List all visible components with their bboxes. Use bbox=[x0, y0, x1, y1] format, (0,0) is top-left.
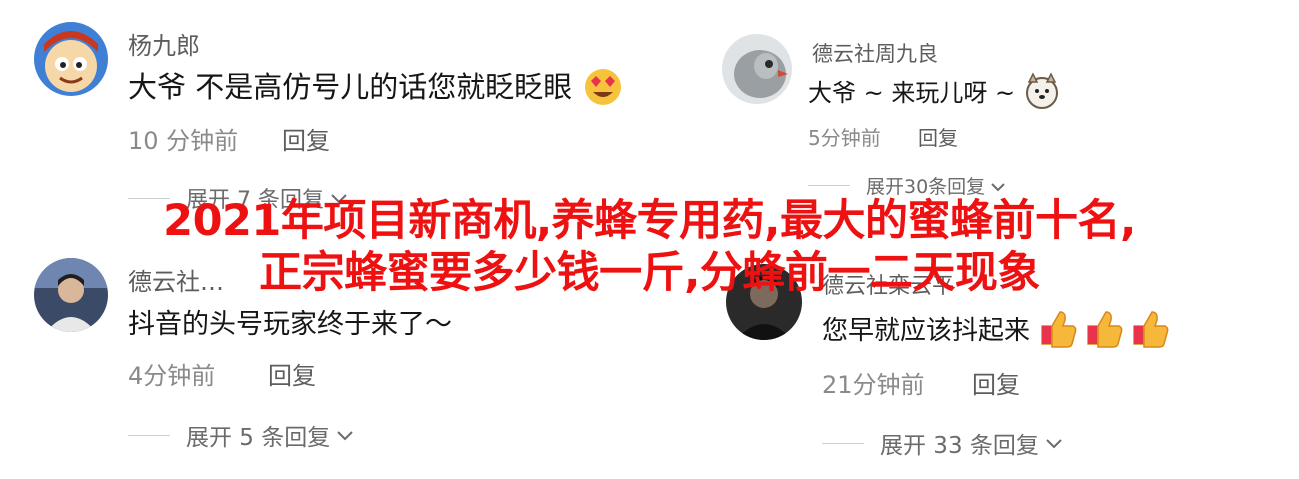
comment-time: 21分钟前 bbox=[822, 371, 925, 399]
overlay-headline: 2021年项目新商机,养蜂专用药,最大的蜜蜂前十名,正宗蜂蜜要多少钱一斤,分蜂前… bbox=[163, 196, 1136, 298]
cartoon-avatar-icon bbox=[34, 22, 108, 96]
divider-line bbox=[822, 442, 864, 444]
expand-replies-label: 展开 33 条回复 bbox=[880, 433, 1039, 459]
expand-replies[interactable]: 展开 5 条回复 bbox=[128, 418, 354, 452]
expand-replies-label: 展开 5 条回复 bbox=[186, 425, 331, 451]
comment-text: 您早就应该抖起来 bbox=[822, 308, 1176, 355]
comment-text-content: 大爷 ~ 来玩儿呀 ~ bbox=[808, 79, 1016, 107]
comment-author[interactable]: 德云社周九良 bbox=[812, 38, 938, 68]
comment-text: 抖音的头号玩家终于来了～ bbox=[128, 309, 452, 340]
comment-time: 10 分钟前 bbox=[128, 127, 239, 155]
chevron-down-icon bbox=[1045, 430, 1063, 456]
chevron-down-icon bbox=[336, 422, 354, 448]
reply-button[interactable]: 回复 bbox=[972, 365, 1020, 400]
thumbs-up-emoji bbox=[1038, 308, 1176, 355]
avatar-yangjiulang[interactable] bbox=[34, 22, 108, 96]
comment-author[interactable]: 杨九郎 bbox=[128, 26, 200, 61]
comment-time: 4分钟前 bbox=[128, 362, 216, 390]
heart-eyes-emoji bbox=[581, 66, 625, 113]
dog-emoji bbox=[1023, 72, 1061, 116]
expand-replies[interactable]: 展开 33 条回复 bbox=[822, 426, 1063, 460]
comment-text-content: 大爷 不是高仿号儿的话您就眨眨眼 bbox=[128, 70, 573, 104]
divider-line bbox=[808, 185, 850, 186]
reply-button[interactable]: 回复 bbox=[918, 122, 958, 151]
divider-line bbox=[128, 434, 170, 436]
comment-time: 5分钟前 bbox=[808, 126, 881, 150]
comment-text: 大爷 不是高仿号儿的话您就眨眨眼 bbox=[128, 64, 625, 113]
comment-text: 大爷 ~ 来玩儿呀 ~ bbox=[808, 72, 1061, 116]
chevron-down-icon bbox=[990, 175, 1006, 197]
pigeon-avatar-icon bbox=[722, 34, 792, 104]
reply-button[interactable]: 回复 bbox=[268, 356, 316, 391]
reply-button[interactable]: 回复 bbox=[282, 121, 330, 156]
avatar-zhoujiuliang[interactable] bbox=[722, 34, 792, 104]
comment-text-content: 您早就应该抖起来 bbox=[822, 316, 1031, 346]
